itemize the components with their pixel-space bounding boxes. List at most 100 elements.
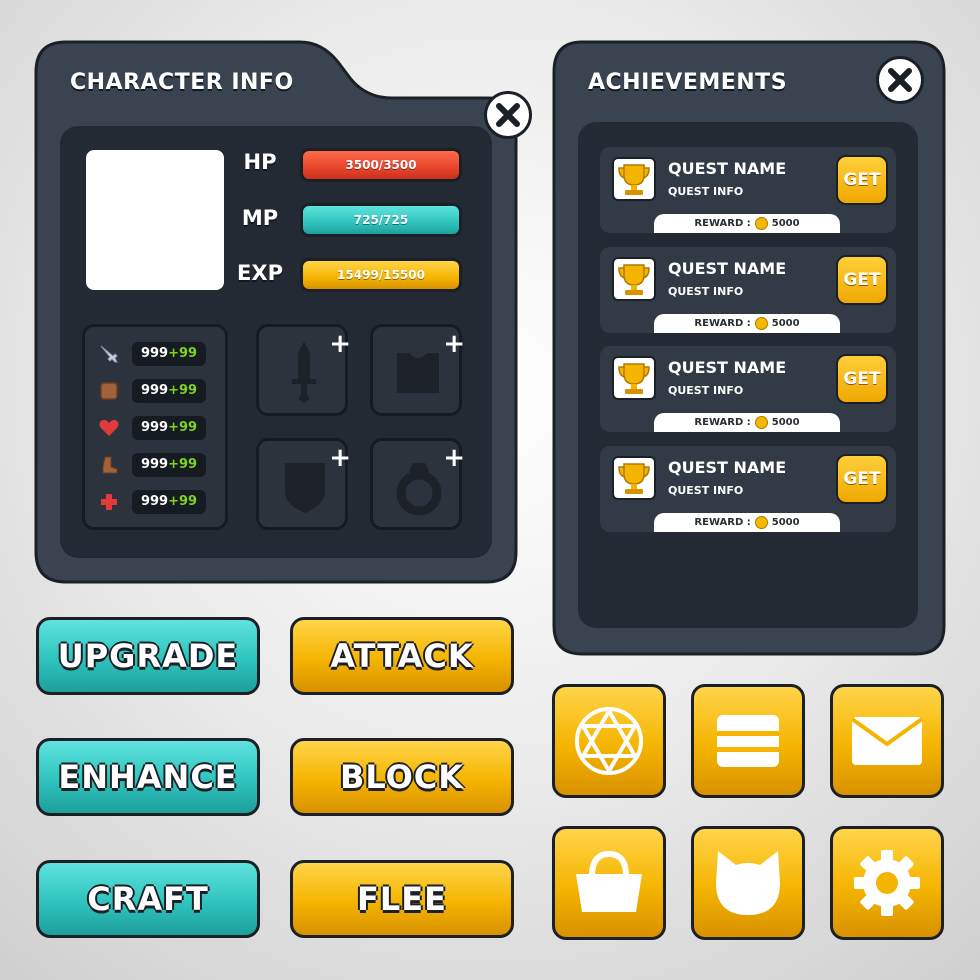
reward-amount: 5000 [771,517,800,528]
character-close-button[interactable] [484,91,532,139]
craft-button[interactable]: CRAFT [36,860,260,938]
sword-slot-icon [292,341,316,403]
coin-icon [754,317,768,330]
trophy-icon [612,157,656,201]
attack-button[interactable]: ATTACK [290,617,514,695]
reward-amount: 5000 [771,417,800,428]
shop-button[interactable] [552,826,666,940]
stat-value: 999+99 [132,490,206,514]
get-reward-button[interactable]: GET [836,155,888,205]
add-icon: + [443,443,465,473]
ring-slot-icon [396,463,442,516]
cat-icon [716,851,780,915]
gear-icon [854,850,920,916]
reward-label: REWARD : [694,218,751,229]
stat-base: 999 [140,346,169,361]
close-icon [496,103,520,127]
stat-base: 999 [140,457,169,472]
enhance-button[interactable]: ENHANCE [36,738,260,816]
equip-slot-armor[interactable]: + [370,324,465,416]
heart-icon [99,419,119,436]
trophy-icon [612,356,656,400]
stat-bonus: +99 [168,346,198,361]
exp-label: EXP [237,261,283,285]
shield-icon [100,382,118,400]
reward-amount: 5000 [771,318,800,329]
stat-bonus: +99 [168,383,198,398]
reward-label: REWARD : [694,417,751,428]
get-reward-button[interactable]: GET [836,354,888,404]
stat-bonus: +99 [168,494,198,509]
add-icon: + [443,329,465,359]
armor-slot-icon [397,353,439,393]
stat-base: 999 [140,420,169,435]
quest-info: QUEST INFO [668,384,744,397]
pet-button[interactable] [691,826,805,940]
upgrade-button[interactable]: UPGRADE [36,617,260,695]
reward-bar: REWARD : 5000 [654,413,840,432]
trophy-glyph [618,264,650,295]
sword-icon [100,345,118,363]
flee-button[interactable]: FLEE [290,860,514,938]
quest-item: QUEST NAME QUEST INFO GET REWARD : 5000 [600,147,896,233]
mail-icon [850,717,924,765]
achievements-title: ACHIEVEMENTS [588,70,788,95]
quest-info: QUEST INFO [668,185,744,198]
chest-icon [717,715,779,767]
trophy-glyph [618,164,650,195]
quest-item: QUEST NAME QUEST INFO GET REWARD : 5000 [600,247,896,333]
get-reward-button[interactable]: GET [836,454,888,504]
coin-icon [754,217,768,230]
inventory-button[interactable] [691,684,805,798]
add-icon: + [329,329,351,359]
reward-amount: 5000 [771,218,800,229]
quest-name: QUEST NAME [668,358,787,377]
stat-row-health: 999+99 [96,415,212,441]
quest-info: QUEST INFO [668,285,744,298]
get-reward-button[interactable]: GET [836,255,888,305]
shield-slot-icon [285,463,325,513]
reward-bar: REWARD : 5000 [654,214,840,233]
stat-value: 999+99 [132,416,206,440]
boot-icon [102,456,118,474]
stat-bonus: +99 [168,420,198,435]
stat-bonus: +99 [168,457,198,472]
achievements-close-button[interactable] [876,56,924,104]
equip-slot-ring[interactable]: + [370,438,465,530]
coin-icon [754,416,768,429]
character-info-title: CHARACTER INFO [70,70,294,95]
mail-button[interactable] [830,684,944,798]
stat-base: 999 [140,383,169,398]
stat-value: 999+99 [132,379,206,403]
quest-item: QUEST NAME QUEST INFO GET REWARD : 5000 [600,446,896,532]
stat-base: 999 [140,494,169,509]
mp-bar: 725/725 [300,203,462,237]
hexagram-icon [575,707,643,775]
settings-button[interactable] [830,826,944,940]
exp-bar: 15499/15500 [300,258,462,292]
close-icon [888,68,912,92]
quest-name: QUEST NAME [668,259,787,278]
stat-row-attack: 999+99 [96,341,212,367]
trophy-icon [612,257,656,301]
stat-row-defense: 999+99 [96,378,212,404]
trophy-glyph [618,463,650,494]
stat-row-speed: 999+99 [96,452,212,478]
hp-label: HP [243,150,277,174]
basket-icon [576,850,642,912]
reward-label: REWARD : [694,517,751,528]
quest-name: QUEST NAME [668,458,787,477]
reward-bar: REWARD : 5000 [654,314,840,333]
stat-value: 999+99 [132,342,206,366]
trophy-glyph [618,363,650,394]
magic-button[interactable] [552,684,666,798]
mp-label: MP [241,206,279,230]
reward-label: REWARD : [694,318,751,329]
quest-name: QUEST NAME [668,159,787,178]
trophy-icon [612,456,656,500]
block-button[interactable]: BLOCK [290,738,514,816]
add-icon: + [329,443,351,473]
equip-slot-weapon[interactable]: + [256,324,351,416]
quest-item: QUEST NAME QUEST INFO GET REWARD : 5000 [600,346,896,432]
equip-slot-shield[interactable]: + [256,438,351,530]
